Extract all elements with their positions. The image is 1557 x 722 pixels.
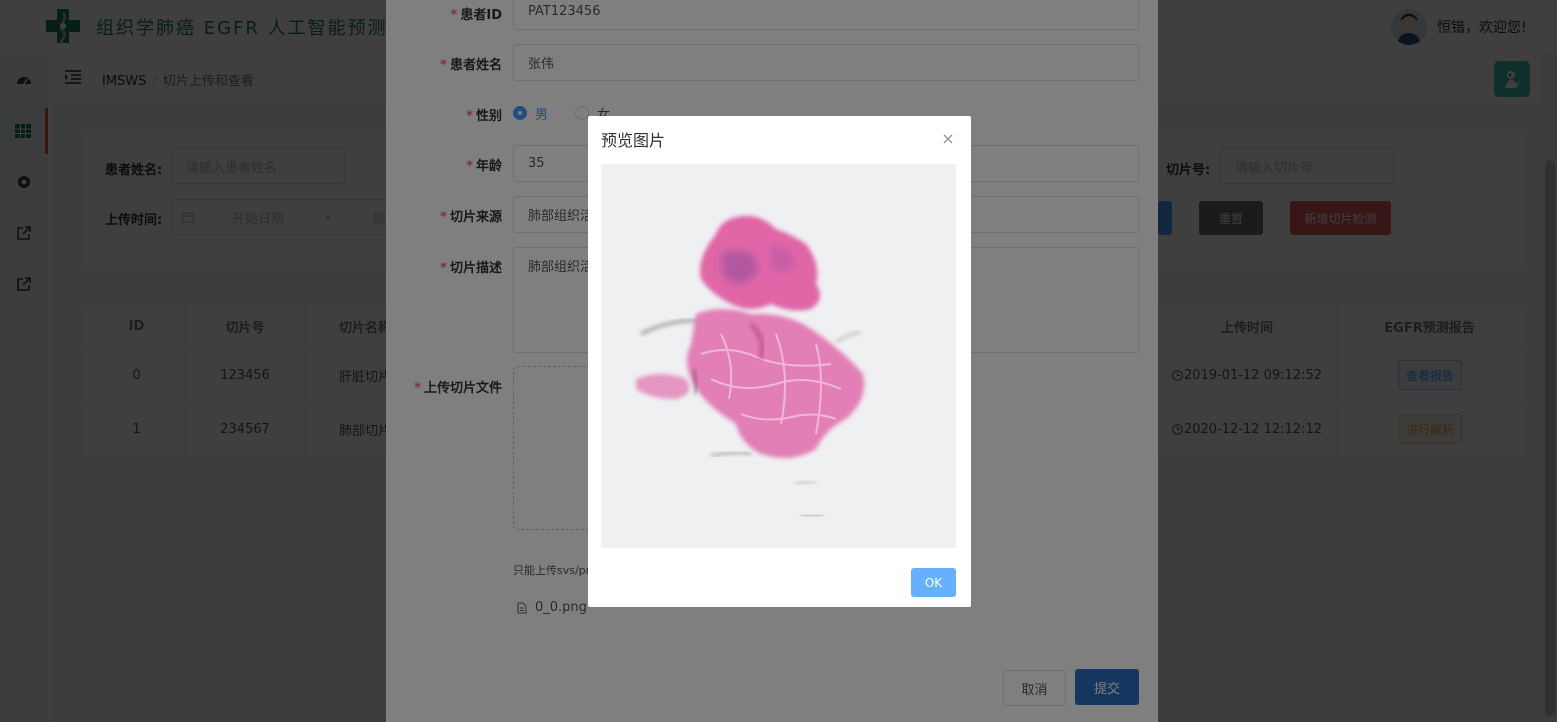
image-preview-dialog: 预览图片 × OK xyxy=(588,116,971,607)
histology-slide-image xyxy=(601,164,956,548)
tissue-image-icon xyxy=(601,164,956,548)
ok-button[interactable]: OK xyxy=(911,568,956,597)
close-icon[interactable]: × xyxy=(940,129,956,148)
preview-title: 预览图片 xyxy=(601,131,666,150)
